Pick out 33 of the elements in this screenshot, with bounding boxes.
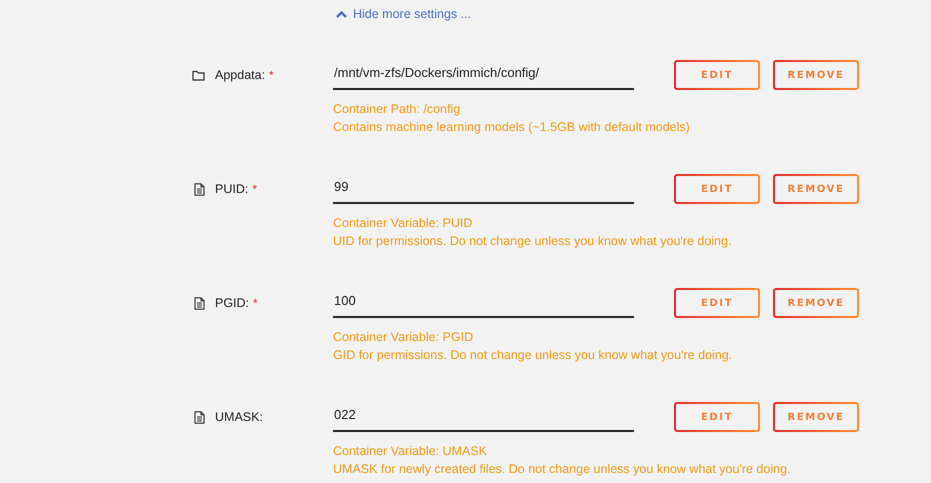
remove-button[interactable]: REMOVE xyxy=(773,288,859,318)
setting-label: PUID: xyxy=(215,182,248,196)
remove-button[interactable]: REMOVE xyxy=(773,174,859,204)
document-icon xyxy=(194,296,205,310)
setting-description: Container Variable: PGID xyxy=(333,329,474,346)
setting-description: UID for permissions. Do not change unless you know what you're doing. xyxy=(333,233,732,250)
hide-settings-link[interactable]: Hide more settings ... xyxy=(336,7,472,21)
remove-button[interactable]: REMOVE xyxy=(773,402,859,432)
edit-button[interactable]: EDIT xyxy=(674,288,760,318)
edit-button[interactable]: EDIT xyxy=(674,174,760,204)
input-field[interactable]: 022 xyxy=(333,402,634,432)
setting-description: UMASK for newly created files. Do not change unless you know what you're doing. xyxy=(333,461,790,478)
setting-description: Contains machine learning models (~1.5GB with default models) xyxy=(333,119,690,136)
setting-description: Container Variable: PUID xyxy=(333,215,472,232)
required-marker: * xyxy=(253,296,258,310)
setting-description: Container Path: /config xyxy=(333,101,460,118)
document-icon xyxy=(194,410,205,424)
required-marker: * xyxy=(269,68,274,82)
setting-label: Appdata: xyxy=(215,68,266,82)
input-field[interactable]: 100 xyxy=(333,288,634,318)
remove-button[interactable]: REMOVE xyxy=(773,60,859,90)
setting-description: Container Variable: UMASK xyxy=(333,443,488,460)
input-field[interactable]: /mnt/vm-zfs/Dockers/immich/config/ xyxy=(333,60,634,90)
folder-icon xyxy=(192,70,205,80)
edit-button[interactable]: EDIT xyxy=(674,60,760,90)
setting-label: PGID: xyxy=(215,296,250,310)
input-field[interactable]: 99 xyxy=(333,174,634,204)
chevron-up-icon xyxy=(336,10,347,18)
setting-label: UMASK: xyxy=(215,410,263,424)
document-icon xyxy=(194,182,205,196)
edit-button[interactable]: EDIT xyxy=(674,402,760,432)
setting-description: GID for permissions. Do not change unless you know what you're doing. xyxy=(333,347,732,364)
required-marker: * xyxy=(252,182,258,196)
